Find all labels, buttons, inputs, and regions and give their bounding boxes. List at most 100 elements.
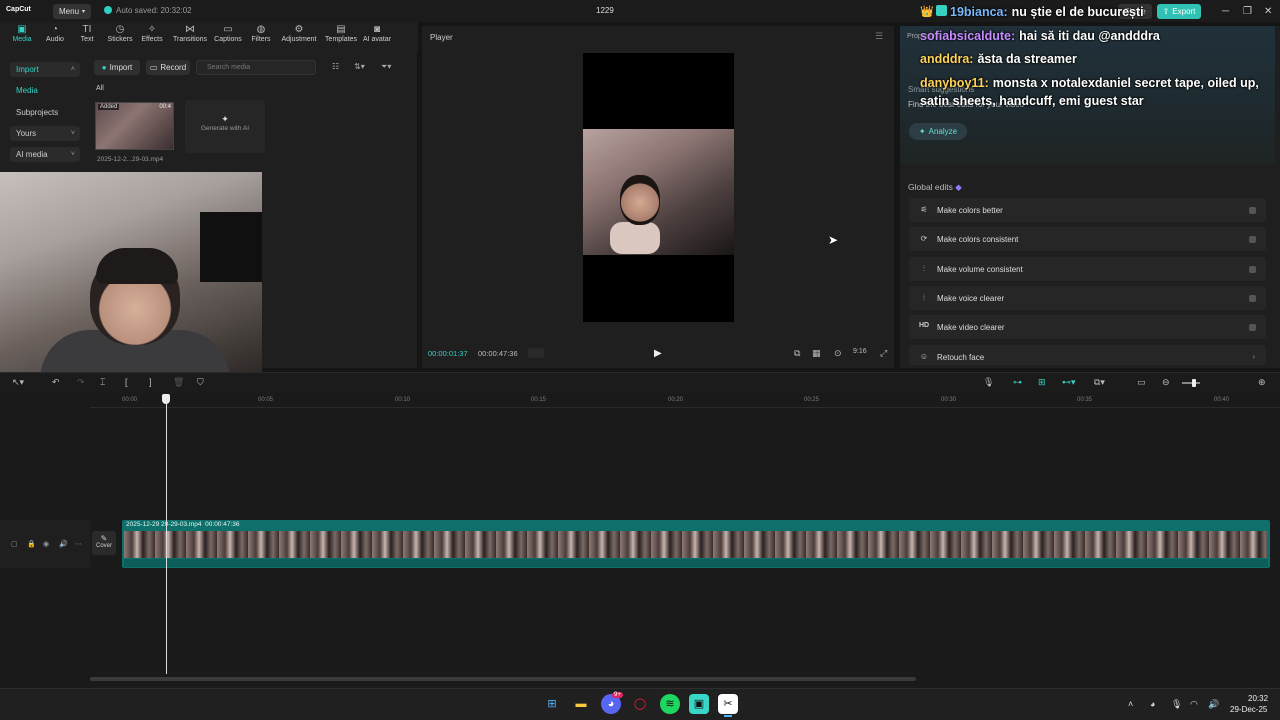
minimize-icon[interactable]: ─ [1222, 6, 1229, 17]
magnet-icon[interactable]: ⊞ [1038, 377, 1046, 388]
zoom-in-icon[interactable]: ⊕ [1258, 377, 1266, 388]
analyze-button[interactable]: ✦ Analyze [909, 123, 967, 140]
record-button[interactable]: ▭ Record [146, 60, 190, 75]
toggle-switch[interactable] [1249, 266, 1256, 273]
undo-icon[interactable]: ↶ [52, 377, 60, 388]
clip-name: 2025-12-29 20-29-03.mp4 [126, 521, 202, 528]
split-icon[interactable]: ⌶ [100, 377, 105, 388]
tool-text[interactable]: TI Text [69, 24, 105, 43]
hamburger-menu-icon[interactable]: ☰ [875, 31, 883, 42]
shield-icon[interactable]: ⛉ [197, 377, 204, 388]
edit-frame-icon[interactable]: ⧉ [794, 348, 800, 359]
toggle-switch[interactable] [1249, 295, 1256, 302]
timecode-format-icon[interactable] [528, 348, 544, 358]
cover-button[interactable]: ✎ Cover [92, 531, 116, 555]
zoom-slider-handle[interactable] [1192, 379, 1196, 387]
sidebar-label: Media [16, 86, 38, 95]
global-edit-make-colors-better[interactable]: ⚟ Make colors better [909, 198, 1266, 222]
tool-stickers[interactable]: ◷ Stickers [102, 24, 138, 43]
tool-adjustment[interactable]: ⚙ Adjustment [279, 24, 319, 43]
volume-icon[interactable]: 🔊 [1208, 699, 1219, 710]
timeline-scrollbar[interactable] [90, 677, 916, 681]
tool-audio[interactable]: ◔ Audio [37, 24, 73, 43]
magic-wand-icon: ⚟ [920, 205, 928, 214]
tool-templates[interactable]: ▤ Templates [322, 24, 360, 43]
chat-message: danyboy11: monsta x notalexdaniel secret … [920, 76, 1259, 90]
tool-effects[interactable]: ✧ Effects [134, 24, 170, 43]
zoom-slider[interactable] [1182, 382, 1200, 384]
start-icon[interactable]: ⊞ [542, 694, 562, 714]
fullscreen-icon[interactable]: ⤢ [880, 348, 887, 359]
media-thumbnail[interactable]: Added 00:4 [95, 102, 174, 150]
link-main-track-icon[interactable]: ⊶ [1013, 377, 1022, 388]
sidebar-label: Import [16, 65, 39, 74]
global-edit-make-colors-consistent[interactable]: ⟳ Make colors consistent [909, 227, 1266, 251]
search-media-input[interactable]: Search media [196, 60, 316, 75]
tool-ai-avatar[interactable]: ◙ AI avatar [360, 24, 394, 43]
menu-button[interactable]: Menu ▾ [53, 4, 92, 19]
global-edit-make-volume-consistent[interactable]: ⫶ Make volume consistent [909, 257, 1266, 281]
toggle-switch[interactable] [1249, 207, 1256, 214]
toggle-switch[interactable] [1249, 324, 1256, 331]
chevron-up-icon[interactable]: ˄ [1128, 699, 1133, 709]
generate-with-ai-card[interactable]: ✦ Generate with AI [185, 100, 265, 153]
sidebar-item-subprojects[interactable]: Subprojects [10, 105, 80, 120]
project-name[interactable]: 1229 [596, 6, 614, 15]
grid-view-icon[interactable]: ☷ [332, 62, 339, 71]
clock-date[interactable]: 29-Dec-25 [1230, 705, 1267, 714]
spotify-icon[interactable]: ≋ [660, 694, 680, 714]
global-edit-make-voice-clearer[interactable]: ⦙ Make voice clearer [909, 286, 1266, 310]
lock-icon[interactable]: 🔒 [27, 540, 36, 548]
sidebar-item-media[interactable]: Media [10, 83, 80, 98]
generate-ai-label: Generate with AI [200, 125, 250, 132]
export-button[interactable]: ⇪ Export [1157, 4, 1201, 19]
sidebar-item-ai-media[interactable]: AI media ˅ [10, 147, 80, 162]
filter-all-tab[interactable]: All [96, 85, 104, 92]
quality-icon[interactable]: ▦ [812, 348, 821, 359]
file-explorer-icon[interactable]: ▬ [571, 694, 591, 714]
clock-time[interactable]: 20:32 [1248, 694, 1268, 703]
aspect-ratio-icon[interactable]: 9:16 [853, 348, 867, 355]
sort-icon[interactable]: ⇅▾ [354, 62, 365, 71]
opera-icon[interactable]: ◯ [630, 694, 650, 714]
toggle-switch[interactable] [1249, 236, 1256, 243]
tool-captions[interactable]: ▭ Captions [210, 24, 246, 43]
play-icon[interactable]: ▶ [654, 348, 662, 359]
redo-icon[interactable]: ↷ [77, 377, 85, 388]
sidebar-item-import[interactable]: Import ˄ [10, 62, 80, 77]
delete-icon[interactable]: 🗑 [173, 377, 184, 388]
global-edit-retouch-face[interactable]: ☺ Retouch face › [909, 345, 1266, 365]
discord-tray-icon[interactable]: ◕ [1150, 699, 1155, 709]
tool-label: Audio [46, 36, 64, 43]
wifi-icon[interactable]: ◠ [1190, 699, 1198, 710]
maximize-icon[interactable]: ❐ [1243, 6, 1252, 17]
sidebar-item-yours[interactable]: Yours ˅ [10, 126, 80, 141]
caption-icon[interactable]: ▭ [1137, 377, 1146, 388]
capcut-app-icon[interactable]: ▣ [689, 694, 709, 714]
global-edit-make-video-clearer[interactable]: HD Make video clearer [909, 315, 1266, 339]
player-title: Player [430, 33, 453, 42]
tool-label: Templates [325, 36, 357, 43]
filter-icon[interactable]: ⏷▾ [381, 62, 391, 72]
link-clips-icon[interactable]: ⊷▾ [1062, 377, 1076, 388]
more-icon[interactable]: ⋯ [75, 540, 82, 548]
microphone-tray-icon[interactable]: 🎙 [1171, 699, 1182, 710]
adjustment-icon: ⚙ [294, 24, 304, 35]
track-select-icon[interactable]: ▢ [11, 540, 18, 548]
preview-axis-icon[interactable]: ⧉▾ [1094, 377, 1105, 388]
import-button[interactable]: ● Import [94, 60, 140, 75]
split-left-icon[interactable]: [ [125, 377, 128, 387]
screenshot-icon[interactable]: ⊙ [834, 348, 842, 359]
speaker-icon[interactable]: 🔊 [59, 540, 68, 548]
zoom-out-icon[interactable]: ⊖ [1162, 377, 1170, 388]
eye-icon[interactable]: ◉ [43, 540, 49, 548]
select-tool-icon[interactable]: ↖▾ [12, 377, 24, 388]
split-right-icon[interactable]: ] [149, 377, 152, 387]
capcut-active-icon[interactable]: ✂ [718, 694, 738, 714]
playhead[interactable] [166, 398, 167, 674]
tool-filters[interactable]: ◍ Filters [243, 24, 279, 43]
close-icon[interactable]: ✕ [1264, 6, 1272, 17]
tool-media[interactable]: ▣ Media [4, 24, 40, 43]
microphone-icon[interactable]: 🎙 [983, 377, 994, 388]
tool-transitions[interactable]: ⋈ Transitions [171, 24, 209, 43]
